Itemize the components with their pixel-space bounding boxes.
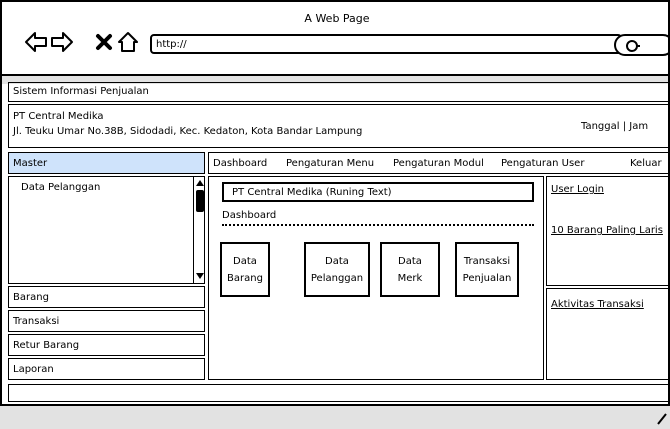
card-line: Data [233, 256, 257, 267]
card-line: Data [398, 256, 422, 267]
scroll-up-icon[interactable] [195, 178, 205, 188]
right-panel-top: User Login 10 Barang Paling Laris [546, 176, 670, 286]
search-icon [626, 40, 640, 52]
card-data-merk[interactable]: Data Merk [380, 242, 440, 297]
menu-item-pengaturan-menu[interactable]: Pengaturan Menu [286, 158, 374, 169]
date-time: Tanggal | Jam [581, 121, 649, 132]
menu-item-pengaturan-user[interactable]: Pengaturan User [501, 158, 584, 169]
card-line: Barang [227, 273, 263, 284]
window-title: A Web Page [304, 12, 370, 25]
card-line: Penjualan [462, 273, 512, 284]
user-login-link[interactable]: User Login [551, 184, 604, 195]
back-arrow-icon[interactable] [24, 30, 48, 54]
card-transaksi-penjualan[interactable]: Transaksi Penjualan [455, 242, 519, 297]
company-name: PT Central Medika [13, 111, 104, 122]
url-input[interactable]: http:// [150, 34, 622, 54]
running-text: PT Central Medika (Runing Text) [222, 182, 534, 202]
card-line: Merk [397, 273, 423, 284]
app-title: Sistem Informasi Penjualan [8, 82, 670, 102]
close-x-icon[interactable] [92, 30, 116, 54]
card-line: Pelanggan [310, 273, 364, 284]
top-items-link[interactable]: 10 Barang Paling Laris [551, 225, 663, 236]
card-line: Transaksi [463, 256, 511, 267]
top-menu-bar: Dashboard Pengaturan Menu Pengaturan Mod… [208, 152, 670, 174]
browser-bottom-bar [0, 404, 670, 429]
submenu-item-data-pelanggan[interactable]: Data Pelanggan [21, 182, 100, 193]
forward-arrow-icon[interactable] [50, 30, 74, 54]
status-bar [8, 384, 670, 402]
scroll-down-icon[interactable] [195, 271, 205, 281]
sidebar-item-master[interactable]: Master [8, 152, 205, 174]
resize-handle-icon[interactable] [656, 412, 668, 426]
dashboard-label: Dashboard [222, 210, 277, 221]
page-header: PT Central Medika Jl. Teuku Umar No.38B,… [8, 104, 670, 148]
submenu-scrollbar[interactable] [193, 177, 206, 283]
card-line: Data [325, 256, 349, 267]
sidebar-item-barang[interactable]: Barang [8, 286, 205, 308]
sidebar-item-laporan[interactable]: Laporan [8, 358, 205, 380]
menu-item-dashboard[interactable]: Dashboard [213, 158, 267, 169]
menu-item-keluar[interactable]: Keluar [630, 158, 662, 169]
sidebar-item-retur-barang[interactable]: Retur Barang [8, 334, 205, 356]
card-data-barang[interactable]: Data Barang [220, 242, 270, 297]
search-button[interactable] [614, 34, 668, 56]
dashboard-divider [222, 224, 534, 226]
activity-link[interactable]: Aktivitas Transaksi [551, 299, 644, 310]
company-address: Jl. Teuku Umar No.38B, Sidodadi, Kec. Ke… [13, 126, 363, 137]
right-panel-bottom: Aktivitas Transaksi [546, 288, 670, 380]
browser-title-bar: A Web Page http:// [2, 2, 668, 74]
menu-item-pengaturan-modul[interactable]: Pengaturan Modul [393, 158, 484, 169]
card-data-pelanggan[interactable]: Data Pelanggan [304, 242, 370, 297]
scroll-thumb[interactable] [196, 190, 204, 212]
home-icon[interactable] [116, 30, 140, 54]
sidebar-item-transaksi[interactable]: Transaksi [8, 310, 205, 332]
sidebar-submenu: Data Pelanggan [8, 176, 205, 284]
